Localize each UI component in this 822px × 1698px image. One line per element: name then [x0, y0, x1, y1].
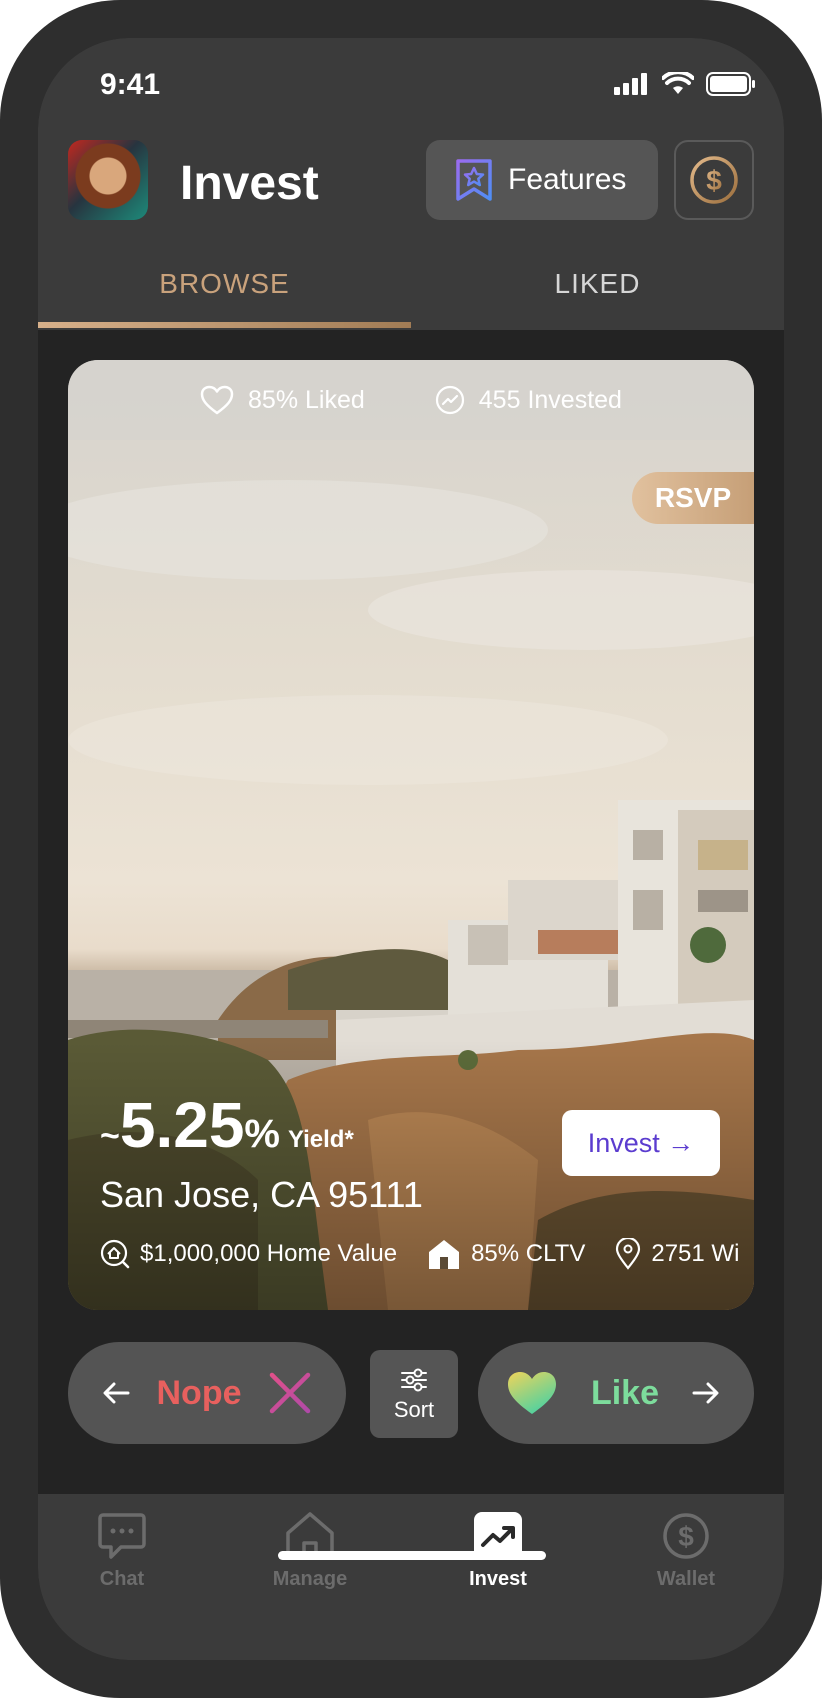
street-fact: 2751 Wi [615, 1238, 739, 1270]
cltv-fact: 85% CLTV [427, 1238, 585, 1270]
like-label: Like [590, 1373, 660, 1412]
sort-button[interactable]: Sort [370, 1350, 458, 1438]
nope-label: Nope [156, 1373, 242, 1412]
listing-card[interactable]: 85% Liked 455 Invested RSVP ~ 5.25 % Yie… [68, 360, 754, 1310]
heart-icon [200, 385, 234, 415]
yield-display: ~ 5.25 % Yield* [100, 1088, 354, 1162]
sort-label: Sort [393, 1397, 435, 1422]
listing-stats-bar: 85% Liked 455 Invested [68, 360, 754, 440]
active-tab-indicator [38, 322, 411, 328]
rsvp-badge[interactable]: RSVP [632, 472, 754, 524]
yield-prefix: ~ [100, 1117, 120, 1155]
wifi-icon [662, 72, 694, 94]
nav-chat-label: Chat [99, 1568, 145, 1590]
tab-browse[interactable]: BROWSE [38, 268, 411, 300]
cellular-signal-icon [614, 73, 647, 95]
status-icons [614, 72, 756, 96]
home-search-icon [100, 1239, 130, 1269]
yield-value: 5.25 [119, 1089, 245, 1161]
invest-button[interactable]: Invest → [562, 1110, 720, 1176]
close-icon [269, 1372, 311, 1414]
property-address: San Jose, CA 95111 [100, 1174, 423, 1215]
invested-stat: 455 Invested [435, 385, 622, 415]
header-area: 9:41 Invest Features $ BROWSE LIKED [38, 38, 784, 330]
nav-wallet[interactable]: $ Wallet [626, 1508, 746, 1591]
home-value-label: $1,000,000 Home Value [140, 1240, 398, 1267]
bottom-nav: Chat Manage Invest $ Wallet [38, 1494, 784, 1660]
location-pin-icon [616, 1238, 641, 1270]
trend-circle-icon [435, 385, 464, 415]
coin-button[interactable]: $ [674, 140, 754, 220]
invested-stat-label: 455 Invested [478, 385, 622, 414]
tab-liked[interactable]: LIKED [411, 268, 784, 300]
svg-text:$: $ [678, 1521, 694, 1552]
features-label: Features [508, 163, 627, 196]
home-indicator[interactable] [278, 1551, 546, 1560]
nav-invest[interactable]: Invest [438, 1508, 558, 1591]
arrow-left-icon [103, 1382, 130, 1404]
arrow-right-icon [692, 1382, 719, 1404]
house-icon [429, 1240, 460, 1269]
status-time: 9:41 [100, 68, 161, 101]
street-label: 2751 Wi [651, 1240, 740, 1267]
liked-stat: 85% Liked [200, 385, 365, 415]
avatar[interactable] [68, 140, 148, 220]
dollar-circle-icon: $ [663, 1513, 709, 1559]
heart-icon [508, 1372, 556, 1414]
like-button[interactable]: Like [478, 1342, 754, 1444]
app-screen: 9:41 Invest Features $ BROWSE LIKED 85% … [38, 38, 784, 1660]
nav-wallet-label: Wallet [656, 1568, 716, 1590]
cltv-label: 85% CLTV [471, 1240, 586, 1267]
sliders-icon [401, 1368, 427, 1392]
chat-icon [98, 1513, 146, 1559]
battery-icon [706, 72, 755, 96]
property-facts: $1,000,000 Home Value 85% CLTV 2751 Wi [100, 1238, 739, 1270]
yield-label: Yield* [288, 1126, 354, 1153]
bookmark-star-icon [456, 159, 492, 201]
home-value-fact: $1,000,000 Home Value [100, 1238, 397, 1270]
yield-unit: % [244, 1112, 280, 1156]
nav-invest-label: Invest [469, 1568, 527, 1590]
dollar-coin-icon: $ [690, 156, 738, 204]
phone-frame: 9:41 Invest Features $ BROWSE LIKED 85% … [0, 0, 822, 1698]
liked-stat-label: 85% Liked [248, 385, 365, 414]
features-button[interactable]: Features [426, 140, 658, 220]
svg-text:$: $ [706, 165, 722, 196]
nav-manage[interactable]: Manage [250, 1508, 370, 1591]
page-title: Invest [180, 157, 319, 210]
nav-chat[interactable]: Chat [62, 1508, 182, 1591]
nope-button[interactable]: Nope [68, 1342, 346, 1444]
nav-manage-label: Manage [272, 1568, 348, 1590]
